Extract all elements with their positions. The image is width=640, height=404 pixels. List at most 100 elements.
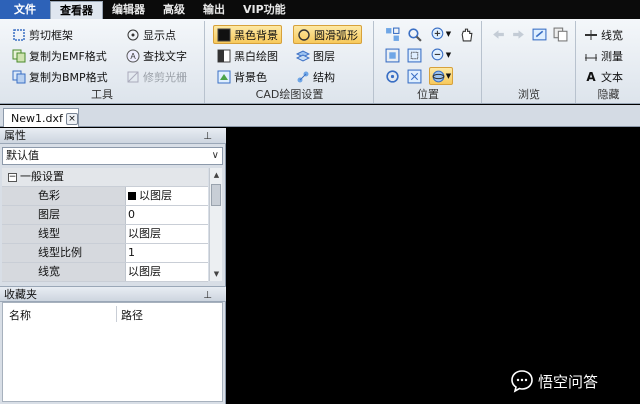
fit-window-icon [385,27,399,41]
open-file-icon [532,28,546,40]
scroll-down-icon[interactable]: ▼ [211,268,222,280]
properties-dropdown-value: 默认值 [6,149,39,162]
svg-text:A: A [130,52,136,61]
scroll-thumb[interactable] [211,184,221,206]
menu-file[interactable]: 文件 [0,0,50,19]
forward-button[interactable] [509,25,527,43]
favorites-list: 名称 路径 [2,302,223,402]
structure-button[interactable]: 结构 [296,67,335,86]
property-row-color[interactable]: 色彩 以图层 [2,187,208,206]
structure-icon [296,70,310,84]
hand-icon [461,28,472,41]
black-background-button[interactable]: 黑色背景 [213,25,282,44]
zoom-in-dropdown-icon: ▼ [445,30,452,38]
tools-group: 剪切框架 复制为EMF格式 复制为BMP格式 显示点 A 查找文字 修剪光栅 工… [0,21,205,103]
rotate-button[interactable] [383,67,401,85]
property-row-linewidth[interactable]: 线宽 以图层 [2,263,208,282]
fit-window-button[interactable] [383,25,401,43]
properties-header: 属性 ⊥ [0,128,226,144]
property-category-label: 一般设置 [20,170,64,183]
arrow-left-icon [492,29,504,39]
scroll-up-icon[interactable]: ▲ [211,169,222,181]
open-file-button[interactable] [530,25,548,43]
show-points-button[interactable]: 显示点 [126,25,176,44]
browse-group-label: 浏览 [518,88,540,101]
cad-settings-group: 黑色背景 黑白绘图 背景色 圆滑弧形 图层 结构 CAD绘图设置 [206,21,374,103]
zoom-out-dropdown-icon: ▼ [445,51,452,59]
measure-button[interactable]: 测量 [584,46,623,65]
column-divider[interactable] [116,306,117,322]
find-text-button[interactable]: A 查找文字 [126,46,187,65]
zoom-extent-button[interactable] [405,67,423,85]
text-button[interactable]: A 文本 [584,67,623,86]
menu-viewer[interactable]: 查看器 [50,1,103,19]
position-group: ▼ ▼ ▼ 位置 [375,21,482,103]
menu-editor[interactable]: 编辑器 [103,0,154,19]
ribbon: 剪切框架 复制为EMF格式 复制为BMP格式 显示点 A 查找文字 修剪光栅 工… [0,19,640,104]
watermark-text: 悟空问答 [538,372,599,391]
copy-view-button[interactable] [551,25,569,43]
rotate-icon [385,69,399,83]
favorites-pin-icon[interactable]: ⊥ [203,288,212,303]
properties-title: 属性 [4,129,26,142]
document-tab[interactable]: New1.dxf × [3,108,79,127]
menu-output[interactable]: 输出 [194,0,234,19]
property-row-layer[interactable]: 图层 0 [2,206,208,225]
close-tab-icon[interactable]: × [66,113,78,125]
favorites-header: 收藏夹 ⊥ [0,286,226,302]
line-width-button[interactable]: 线宽 [584,25,623,44]
zoom-in-button[interactable]: ▼ [429,25,453,43]
back-button[interactable] [489,25,507,43]
orbit-icon [432,70,445,82]
zoom-rect-button[interactable] [405,25,423,43]
property-row-linetype-scale[interactable]: 线型比例 1 [2,244,208,263]
points-icon [126,28,140,42]
property-category[interactable]: − 一般设置 [2,168,208,187]
background-color-icon [217,70,231,84]
layers-button[interactable]: 图层 [296,46,335,65]
measure-icon [584,49,598,63]
menu-advanced[interactable]: 高级 [154,0,194,19]
menu-vip[interactable]: VIP功能 [234,0,295,19]
3d-orbit-button[interactable]: ▼ [429,67,453,85]
copy-emf-icon [12,49,26,63]
property-row-linetype[interactable]: 线型 以图层 [2,225,208,244]
position-group-label: 位置 [417,88,439,101]
properties-dropdown[interactable]: 默认值 ∨ [2,147,223,165]
clip-frame-icon [12,28,26,42]
property-grid-scrollbar[interactable]: ▲ ▼ [209,168,222,281]
copy-emf-button[interactable]: 复制为EMF格式 [12,46,107,65]
document-tab-label: New1.dxf [11,111,63,125]
copy-bmp-button[interactable]: 复制为BMP格式 [12,67,108,86]
orbit-dropdown-icon: ▼ [445,72,452,80]
zoom-in-icon [431,27,444,39]
copy-view-icon [553,27,567,41]
hide-group-label: 隐藏 [597,88,620,101]
favorites-column-name[interactable]: 名称 [9,307,31,323]
layers-icon [296,49,310,63]
bw-drawing-button[interactable]: 黑白绘图 [217,46,278,65]
zoom-window-button[interactable] [405,46,423,64]
zoom-out-button[interactable]: ▼ [429,46,453,64]
document-tab-bar: New1.dxf × [0,105,640,127]
zoom-extent-icon [407,69,421,83]
property-grid: − 一般设置 色彩 以图层 图层 0 线型 以图层 线型比例 1 线宽 以图层 [2,168,208,282]
smooth-arc-icon [297,28,311,42]
bw-drawing-icon [217,49,231,63]
pan-button[interactable] [457,25,475,43]
color-swatch [128,192,136,200]
trim-raster-button[interactable]: 修剪光栅 [126,67,187,86]
clip-frame-button[interactable]: 剪切框架 [12,25,73,44]
cad-settings-group-label: CAD绘图设置 [255,88,324,101]
pin-icon[interactable]: ⊥ [203,129,212,144]
black-background-icon [217,28,231,42]
copy-bmp-icon [12,70,26,84]
text-a-icon: A [586,69,596,84]
favorites-title: 收藏夹 [4,288,37,301]
favorites-column-path[interactable]: 路径 [121,307,143,323]
background-color-button[interactable]: 背景色 [217,67,267,86]
fit-all-button[interactable] [383,46,401,64]
collapse-icon[interactable]: − [8,172,17,182]
drawing-canvas[interactable] [227,128,640,404]
smooth-arc-button[interactable]: 圆滑弧形 [293,25,362,44]
